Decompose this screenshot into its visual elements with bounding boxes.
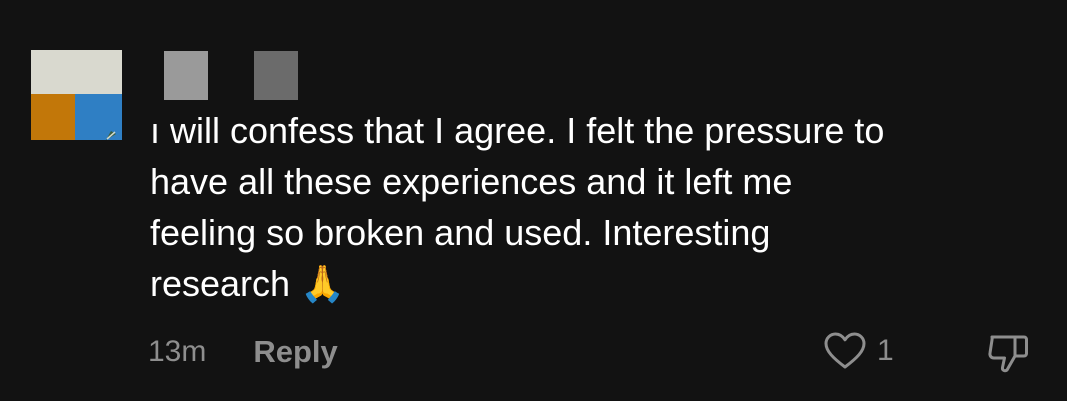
comment-text: ı will confess that I agree. I felt the … bbox=[150, 110, 885, 304]
like-button[interactable]: 1 bbox=[823, 329, 894, 373]
comment-item: ı will confess that I agree. I felt the … bbox=[0, 0, 1067, 401]
avatar-badge-icon bbox=[106, 131, 116, 140]
avatar[interactable] bbox=[31, 50, 122, 140]
username-redacted-block[interactable] bbox=[254, 51, 298, 100]
reply-button[interactable]: Reply bbox=[253, 334, 337, 370]
comment-footer: 13m Reply bbox=[148, 330, 338, 374]
heart-outline-icon bbox=[824, 332, 866, 369]
timestamp: 13m bbox=[148, 335, 207, 368]
thumbs-down-outline-icon[interactable] bbox=[984, 328, 1032, 376]
avatar-pixel-top bbox=[31, 50, 122, 94]
username-redacted-block[interactable] bbox=[164, 51, 208, 100]
avatar-pixel-bottom-left bbox=[31, 94, 75, 140]
like-count: 1 bbox=[877, 334, 894, 367]
